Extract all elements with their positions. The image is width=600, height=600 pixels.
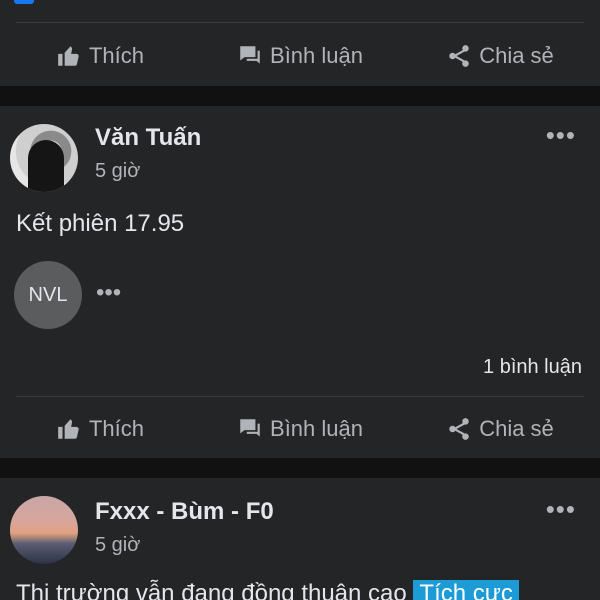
comment-icon: [240, 419, 260, 437]
post-author[interactable]: Văn Tuấn: [95, 124, 201, 152]
comment-button[interactable]: Bình luận: [200, 416, 400, 442]
divider: [16, 396, 584, 397]
post-time[interactable]: 5 giờ: [95, 534, 140, 557]
action-bar: Thích Bình luận Chia sẻ: [0, 400, 600, 458]
more-reactors-icon[interactable]: •••: [96, 279, 121, 307]
post-text-body: Thị trường vẫn đang đồng thuận cao: [16, 580, 407, 600]
like-button[interactable]: Thích: [0, 43, 200, 69]
post-author[interactable]: Fxxx - Bùm - F0: [95, 498, 274, 526]
post-card: Fxxx - Bùm - F0 5 giờ ••• Thị trường vẫn…: [0, 478, 600, 600]
like-icon: [58, 419, 79, 439]
more-options-icon[interactable]: •••: [546, 120, 576, 151]
like-label: Thích: [88, 416, 145, 441]
action-bar: Thích Bình luận Chia sẻ: [0, 27, 600, 85]
comment-label: Bình luận: [270, 416, 363, 441]
comment-icon: [240, 46, 260, 64]
share-button[interactable]: Chia sẻ: [400, 43, 600, 69]
sentiment-tag[interactable]: Tích cực: [413, 580, 519, 600]
like-icon: [58, 46, 79, 66]
comment-button[interactable]: Bình luận: [200, 43, 400, 69]
avatar[interactable]: [10, 496, 78, 564]
like-label: Thích: [88, 43, 145, 68]
share-icon: [449, 418, 469, 440]
comment-count[interactable]: 1 bình luận: [483, 356, 582, 379]
avatar-photo: [28, 140, 64, 192]
post-card-previous: Thích Bình luận Chia sẻ: [0, 0, 600, 86]
share-icon: [449, 45, 469, 67]
divider: [16, 22, 584, 23]
reactor-avatar[interactable]: NVL: [14, 261, 82, 329]
previous-post-fragment: [14, 0, 34, 4]
post-card: Văn Tuấn 5 giờ ••• Kết phiên 17.95 NVL •…: [0, 106, 600, 458]
post-text: Kết phiên 17.95: [16, 210, 185, 237]
post-text: Thị trường vẫn đang đồng thuận cao Tích …: [16, 580, 519, 600]
avatar[interactable]: [10, 124, 78, 192]
share-label: Chia sẻ: [479, 43, 554, 68]
post-time[interactable]: 5 giờ: [95, 160, 140, 183]
share-button[interactable]: Chia sẻ: [400, 416, 600, 442]
share-label: Chia sẻ: [479, 416, 554, 441]
more-options-icon[interactable]: •••: [546, 494, 576, 525]
like-button[interactable]: Thích: [0, 416, 200, 442]
comment-label: Bình luận: [270, 43, 363, 68]
